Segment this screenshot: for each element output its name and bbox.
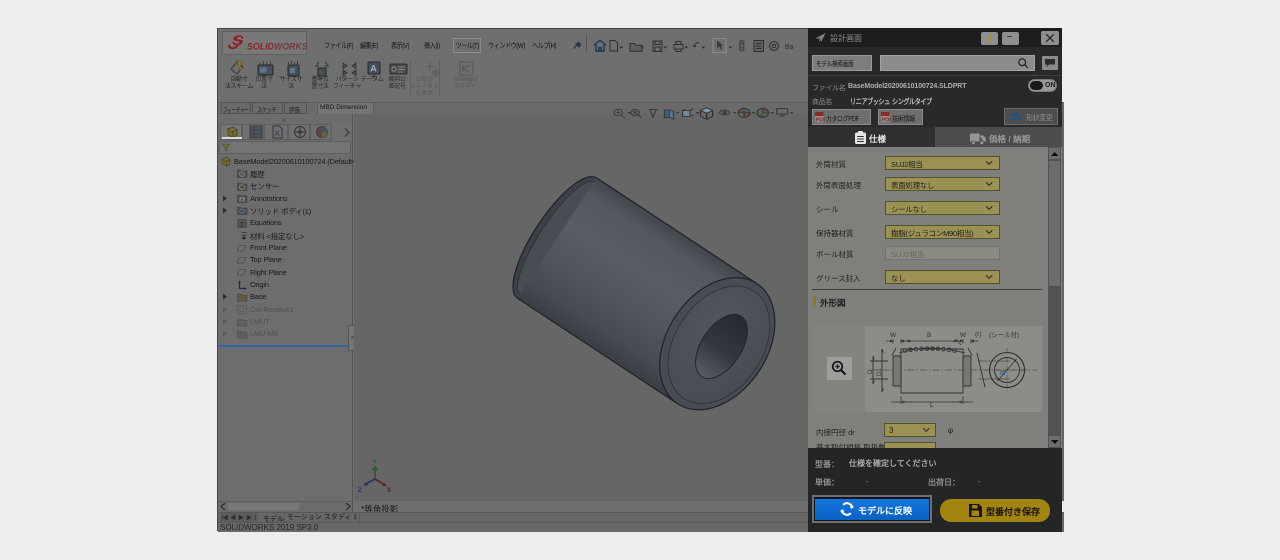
- svg-text:W: W: [890, 332, 897, 339]
- svg-text:SOLIDWORKS: SOLIDWORKS: [247, 42, 308, 52]
- svg-text:X: X: [387, 487, 392, 494]
- svg-text:PDF: PDF: [816, 118, 826, 124]
- svg-text:Y: Y: [373, 459, 378, 466]
- svg-text:Σ: Σ: [240, 221, 244, 228]
- svg-text:B: B: [927, 332, 931, 339]
- svg-text:A: A: [370, 64, 377, 74]
- svg-text:(r): (r): [975, 331, 982, 338]
- svg-text:Z: Z: [358, 487, 362, 494]
- svg-text:D: D: [868, 369, 874, 374]
- svg-text:(シール付): (シール付): [989, 330, 1019, 339]
- svg-text:PDF: PDF: [882, 118, 892, 124]
- svg-text:Ba: Ba: [785, 44, 794, 51]
- svg-text:L: L: [930, 402, 934, 409]
- svg-text:D1: D1: [877, 368, 883, 376]
- svg-text:dr: dr: [1000, 370, 1007, 377]
- svg-text:W: W: [960, 332, 967, 339]
